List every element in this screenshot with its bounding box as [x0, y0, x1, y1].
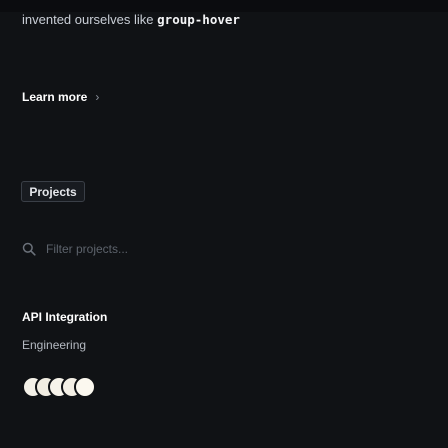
learn-more-link[interactable]: Learn more › [22, 90, 99, 104]
headline-code: group-hover [157, 12, 240, 27]
learn-more-label: Learn more [22, 90, 88, 104]
project-category: Engineering [22, 338, 87, 352]
page: invented ourselves like group-hover Lear… [0, 0, 448, 448]
tab-projects[interactable]: Projects [21, 181, 85, 202]
chevron-right-icon: › [95, 90, 100, 104]
top-strip [0, 0, 448, 12]
headline: invented ourselves like group-hover [22, 12, 240, 27]
avatar-group [22, 376, 96, 398]
headline-text: invented ourselves like [22, 12, 158, 27]
search-bar [22, 237, 322, 261]
avatar[interactable] [74, 376, 96, 398]
tab-projects-label: Projects [29, 184, 77, 199]
search-icon [22, 242, 36, 256]
search-input[interactable] [46, 242, 286, 256]
project-title[interactable]: API Integration [22, 310, 107, 324]
